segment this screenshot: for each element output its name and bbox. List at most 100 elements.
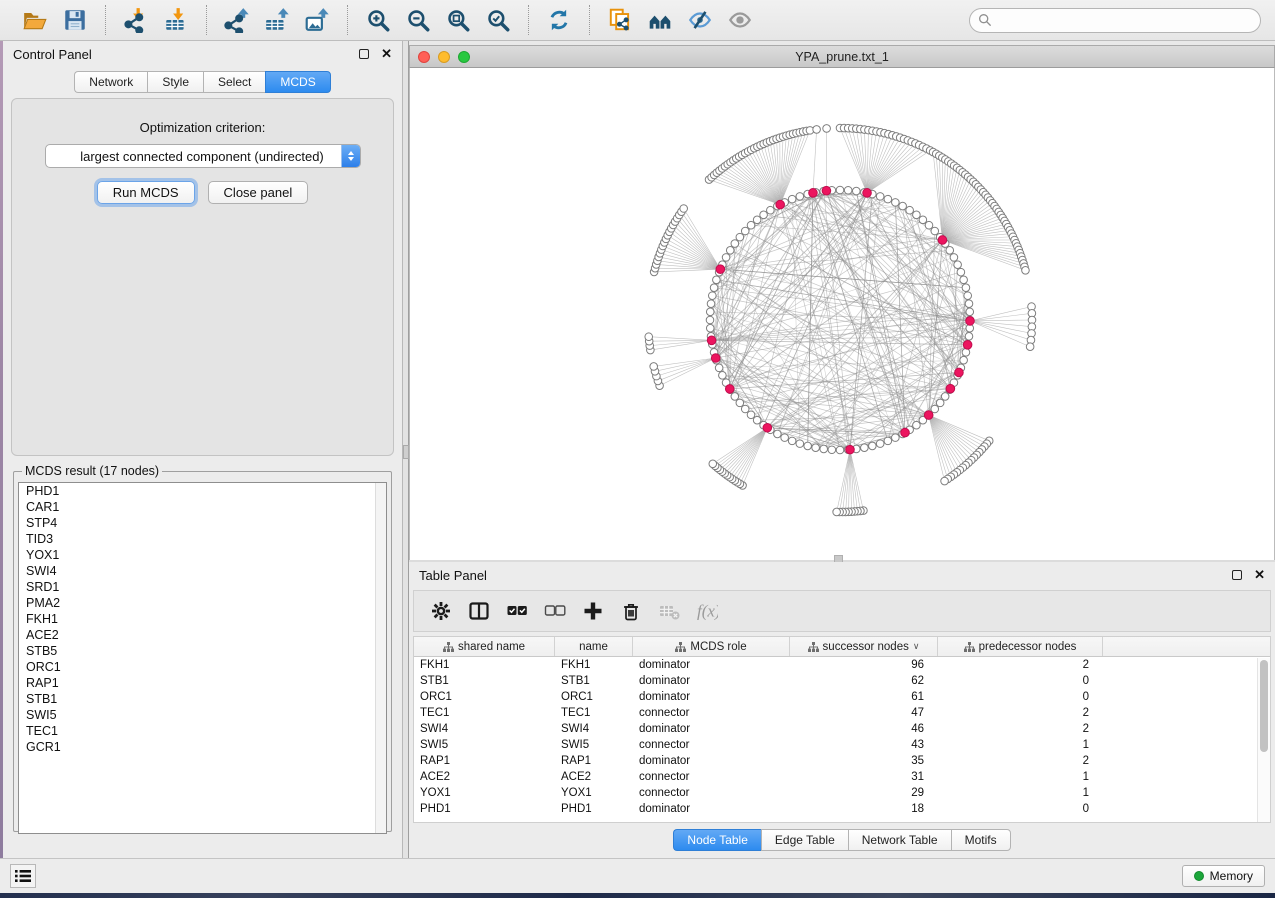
function-builder-icon[interactable]: f(x) (690, 594, 724, 628)
import-table-icon[interactable] (156, 3, 196, 37)
import-network-icon[interactable] (116, 3, 156, 37)
table-row[interactable]: SWI5SWI5connector431 (414, 737, 1270, 753)
table-cell: 47 (790, 705, 938, 721)
table-cell: FKH1 (555, 657, 633, 673)
open-file-icon[interactable] (15, 3, 55, 37)
close-panel-icon[interactable]: ✕ (381, 49, 392, 59)
table-row[interactable]: YOX1YOX1connector291 (414, 785, 1270, 801)
mcds-result-item[interactable]: PMA2 (19, 595, 386, 611)
table-row[interactable]: SWI4SWI4dominator462 (414, 721, 1270, 737)
search-input[interactable] (992, 13, 1252, 27)
mcds-result-item[interactable]: SWI5 (19, 707, 386, 723)
column-header-successor-nodes[interactable]: successor nodes∨ (790, 637, 938, 656)
optimization-criterion-dropdown[interactable]: largest connected component (undirected) (45, 144, 361, 168)
column-header-name[interactable]: name (555, 637, 633, 656)
export-table-icon[interactable] (257, 3, 297, 37)
mcds-result-item[interactable]: CAR1 (19, 499, 386, 515)
table-cell: 61 (790, 689, 938, 705)
mcds-result-item[interactable]: FKH1 (19, 611, 386, 627)
table-row[interactable]: STB1STB1dominator620 (414, 673, 1270, 689)
hide-selected-icon[interactable] (680, 3, 720, 37)
table-cell: 2 (938, 721, 1103, 737)
node-table[interactable]: shared namenameMCDS rolesuccessor nodes∨… (413, 636, 1271, 823)
column-header-MCDS-role[interactable]: MCDS role (633, 637, 790, 656)
mcds-result-item[interactable]: STB5 (19, 643, 386, 659)
table-cell: 46 (790, 721, 938, 737)
mcds-result-item[interactable]: SRD1 (19, 579, 386, 595)
application-window: Control Panel ✕ NetworkStyleSelectMCDS O… (0, 0, 1275, 898)
list-icon (15, 869, 31, 883)
float-table-panel-icon[interactable] (1232, 570, 1242, 580)
mcds-result-item[interactable]: ACE2 (19, 627, 386, 643)
network-window-titlebar[interactable]: YPA_prune.txt_1 (409, 45, 1275, 68)
tab-style[interactable]: Style (147, 71, 203, 93)
tab-node-table[interactable]: Node Table (673, 829, 761, 851)
zoom-in-icon[interactable] (358, 3, 398, 37)
mcds-result-item[interactable]: STB1 (19, 691, 386, 707)
tab-network[interactable]: Network (74, 71, 147, 93)
table-row[interactable]: ORC1ORC1dominator610 (414, 689, 1270, 705)
run-mcds-button[interactable]: Run MCDS (97, 181, 195, 204)
mcds-result-item[interactable]: ORC1 (19, 659, 386, 675)
mcds-result-item[interactable]: YOX1 (19, 547, 386, 563)
tab-network-table[interactable]: Network Table (848, 829, 951, 851)
mcds-result-item[interactable]: STP4 (19, 515, 386, 531)
zoom-selected-icon[interactable] (478, 3, 518, 37)
table-row[interactable]: FKH1FKH1dominator962 (414, 657, 1270, 673)
mcds-result-item[interactable]: RAP1 (19, 675, 386, 691)
table-scrollbar-thumb[interactable] (1260, 660, 1268, 752)
memory-button[interactable]: Memory (1182, 865, 1265, 887)
float-panel-icon[interactable] (359, 49, 369, 59)
close-panel-button[interactable]: Close panel (208, 181, 309, 204)
mcds-result-item[interactable]: SWI4 (19, 563, 386, 579)
clone-network-icon[interactable] (600, 3, 640, 37)
memory-label: Memory (1210, 869, 1253, 883)
save-session-icon[interactable] (55, 3, 95, 37)
column-layout-icon[interactable] (462, 594, 496, 628)
export-network-icon[interactable] (217, 3, 257, 37)
delete-table-icon[interactable] (652, 594, 686, 628)
table-cell: SWI5 (555, 737, 633, 753)
mcds-result-item[interactable]: PHD1 (19, 483, 386, 499)
task-history-button[interactable] (10, 864, 36, 888)
control-panel-title: Control Panel (13, 47, 92, 62)
tab-edge-table[interactable]: Edge Table (761, 829, 848, 851)
close-table-panel-icon[interactable]: ✕ (1254, 570, 1265, 580)
table-row[interactable]: RAP1RAP1dominator352 (414, 753, 1270, 769)
network-search-box[interactable] (969, 8, 1261, 33)
settings-icon[interactable] (424, 594, 458, 628)
add-column-icon[interactable] (576, 594, 610, 628)
toolbar-separator (105, 5, 106, 35)
table-row[interactable]: TEC1TEC1connector472 (414, 705, 1270, 721)
mcds-result-item[interactable]: TID3 (19, 531, 386, 547)
table-cell: RAP1 (555, 753, 633, 769)
network-canvas[interactable] (409, 68, 1275, 560)
export-image-icon[interactable] (297, 3, 337, 37)
deselect-all-icon[interactable] (538, 594, 572, 628)
select-all-icon[interactable] (500, 594, 534, 628)
mcds-result-item[interactable]: TEC1 (19, 723, 386, 739)
table-scrollbar[interactable] (1257, 658, 1270, 822)
network-graph[interactable] (410, 68, 1274, 560)
show-all-icon[interactable] (720, 3, 760, 37)
binoculars-icon[interactable] (640, 3, 680, 37)
tab-select[interactable]: Select (203, 71, 265, 93)
mcds-result-item[interactable]: GCR1 (19, 739, 386, 755)
table-cell: 2 (938, 657, 1103, 673)
column-header-predecessor-nodes[interactable]: predecessor nodes (938, 637, 1103, 656)
column-header-shared-name[interactable]: shared name (414, 637, 555, 656)
table-cell: TEC1 (414, 705, 555, 721)
zoom-fit-icon[interactable] (438, 3, 478, 37)
table-row[interactable]: ACE2ACE2connector311 (414, 769, 1270, 785)
main-toolbar (0, 0, 1275, 41)
refresh-icon[interactable] (539, 3, 579, 37)
table-cell: SWI4 (414, 721, 555, 737)
delete-column-icon[interactable] (614, 594, 648, 628)
table-cell: ACE2 (414, 769, 555, 785)
mcds-list-scrollbar[interactable] (375, 483, 386, 833)
table-row[interactable]: PHD1PHD1dominator180 (414, 801, 1270, 817)
zoom-out-icon[interactable] (398, 3, 438, 37)
mcds-result-list[interactable]: PHD1CAR1STP4TID3YOX1SWI4SRD1PMA2FKH1ACE2… (18, 482, 387, 834)
tab-mcds[interactable]: MCDS (265, 71, 330, 93)
tab-motifs[interactable]: Motifs (951, 829, 1011, 851)
